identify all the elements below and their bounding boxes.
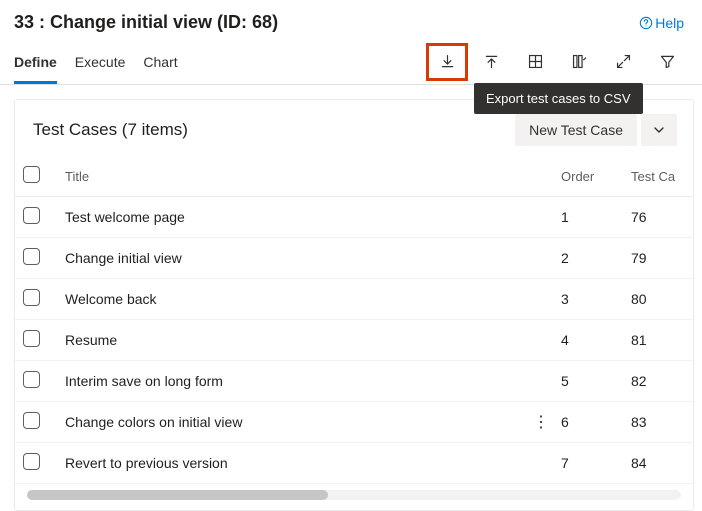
import-button[interactable]: [470, 43, 512, 81]
tab-bar: Define Execute Chart: [14, 39, 178, 84]
row-testcase-id: 82: [623, 361, 693, 402]
table-row[interactable]: Test welcome page 176: [15, 197, 693, 238]
help-icon: [639, 16, 653, 30]
export-csv-button[interactable]: [426, 43, 468, 81]
table-row[interactable]: Welcome back 380: [15, 279, 693, 320]
row-order: 5: [553, 361, 623, 402]
select-all-checkbox[interactable]: [23, 166, 40, 183]
column-options-button[interactable]: [558, 43, 600, 81]
table-row[interactable]: Revert to previous version 784: [15, 443, 693, 484]
test-cases-table: Title Order Test Ca Test welcome page176…: [15, 156, 693, 484]
row-title: Revert to previous version: [57, 443, 525, 484]
row-order: 1: [553, 197, 623, 238]
grid-view-button[interactable]: [514, 43, 556, 81]
tab-execute[interactable]: Execute: [75, 39, 126, 84]
row-checkbox[interactable]: [23, 371, 40, 388]
fullscreen-button[interactable]: [602, 43, 644, 81]
horizontal-scrollbar[interactable]: [27, 490, 681, 500]
tab-chart[interactable]: Chart: [143, 39, 177, 84]
row-checkbox[interactable]: [23, 207, 40, 224]
row-order: 7: [553, 443, 623, 484]
row-checkbox[interactable]: [23, 248, 40, 265]
filter-button[interactable]: [646, 43, 688, 81]
column-header-order[interactable]: Order: [553, 156, 623, 197]
new-test-case-menu-button[interactable]: [641, 114, 677, 146]
help-label: Help: [655, 15, 684, 31]
tab-define[interactable]: Define: [14, 39, 57, 84]
table-row[interactable]: Interim save on long form 582: [15, 361, 693, 402]
row-actions-menu-icon[interactable]: ⋮: [533, 414, 548, 431]
row-checkbox[interactable]: [23, 289, 40, 306]
row-testcase-id: 76: [623, 197, 693, 238]
filter-icon: [659, 53, 676, 70]
table-row[interactable]: Change initial view 279: [15, 238, 693, 279]
row-testcase-id: 80: [623, 279, 693, 320]
table-row[interactable]: Change colors on initial view ⋮ 683: [15, 402, 693, 443]
row-checkbox[interactable]: [23, 412, 40, 429]
row-title: Change initial view: [57, 238, 525, 279]
columns-edit-icon: [571, 53, 588, 70]
page-title: 33 : Change initial view (ID: 68): [14, 12, 278, 33]
row-testcase-id: 84: [623, 443, 693, 484]
row-checkbox[interactable]: [23, 453, 40, 470]
test-cases-card: Test Cases (7 items) New Test Case Title…: [14, 99, 694, 511]
row-order: 3: [553, 279, 623, 320]
scrollbar-thumb[interactable]: [27, 490, 328, 500]
export-tooltip: Export test cases to CSV: [474, 83, 643, 114]
row-order: 6: [553, 402, 623, 443]
row-title: Resume: [57, 320, 525, 361]
row-title: Welcome back: [57, 279, 525, 320]
row-checkbox[interactable]: [23, 330, 40, 347]
row-testcase-id: 81: [623, 320, 693, 361]
row-title: Interim save on long form: [57, 361, 525, 402]
card-title: Test Cases (7 items): [33, 120, 188, 140]
row-title: Test welcome page: [57, 197, 525, 238]
upload-icon: [483, 53, 500, 70]
row-order: 2: [553, 238, 623, 279]
download-icon: [439, 53, 456, 70]
action-bar: Export test cases to CSV: [426, 43, 688, 81]
help-link[interactable]: Help: [639, 15, 684, 31]
column-header-testcase-id[interactable]: Test Ca: [623, 156, 693, 197]
chevron-down-icon: [653, 124, 665, 136]
row-order: 4: [553, 320, 623, 361]
row-title: Change colors on initial view: [57, 402, 525, 443]
expand-icon: [615, 53, 632, 70]
row-testcase-id: 79: [623, 238, 693, 279]
new-test-case-button[interactable]: New Test Case: [515, 114, 637, 146]
row-testcase-id: 83: [623, 402, 693, 443]
table-row[interactable]: Resume 481: [15, 320, 693, 361]
column-header-title[interactable]: Title: [57, 156, 525, 197]
grid-icon: [527, 53, 544, 70]
